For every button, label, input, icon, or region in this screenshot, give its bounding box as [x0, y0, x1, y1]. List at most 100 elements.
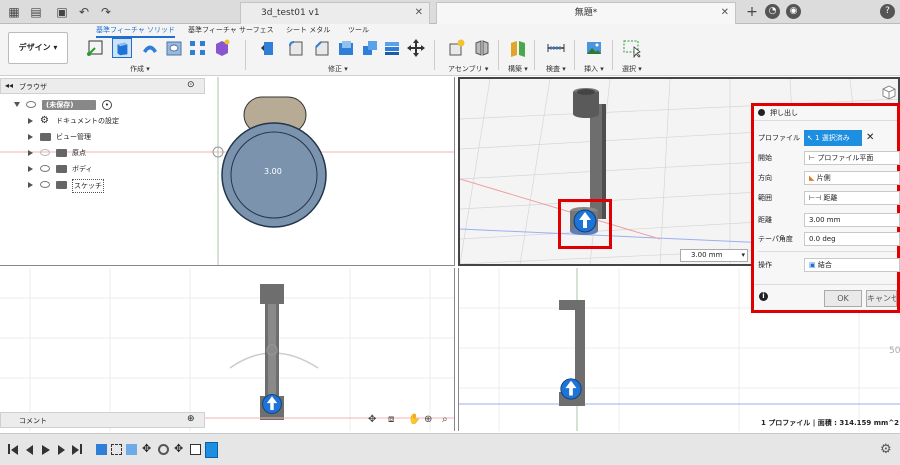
pan-icon[interactable]: ✋ [408, 414, 420, 425]
combine-icon[interactable] [360, 38, 380, 58]
shell-icon[interactable] [336, 38, 356, 58]
collapse-icon[interactable]: ◂◂ [5, 81, 13, 90]
browser-item-document-settings[interactable]: ⚙ ドキュメントの設定 [0, 113, 205, 129]
help-icon[interactable]: ? [880, 4, 895, 19]
play-icon[interactable] [42, 445, 50, 455]
press-pull-icon[interactable] [258, 38, 278, 58]
operation-select[interactable]: ▣ 結合 [804, 258, 900, 272]
group-inspect[interactable]: 検査 ▾ [546, 64, 566, 74]
create-sketch-icon[interactable] [86, 38, 106, 58]
direction-select[interactable]: ◣ 片側 [804, 171, 900, 185]
expand-icon[interactable] [28, 118, 33, 124]
browser-item-named-views[interactable]: ビュー管理 [0, 129, 205, 145]
new-component-icon[interactable] [446, 38, 466, 58]
add-comment-icon[interactable]: ⊕ [187, 414, 195, 424]
expand-icon[interactable] [28, 134, 33, 140]
workspace-switcher-button[interactable]: デザイン ▾ [8, 32, 68, 64]
expand-icon[interactable] [14, 102, 20, 107]
browser-item-sketches[interactable]: スケッチ [0, 177, 205, 193]
chevron-down-icon[interactable]: ▾ [741, 250, 745, 261]
tab-sheet-metal[interactable]: シート メタル [286, 25, 330, 35]
browser-root[interactable]: (未保存) • [0, 97, 205, 113]
select-icon[interactable] [622, 38, 642, 58]
extrude-arrow-icon[interactable] [572, 207, 598, 235]
zoom-icon[interactable]: ⊕ [424, 414, 432, 425]
timeline-settings-gear-icon[interactable]: ⚙ [880, 442, 892, 457]
visibility-eye-icon[interactable] [40, 149, 50, 156]
sketch-feature-icon[interactable] [111, 444, 122, 455]
undo-icon[interactable]: ↶ [76, 4, 92, 20]
document-tab-1[interactable]: 3d_test01 v1 ✕ [240, 2, 430, 24]
offset-plane-icon[interactable] [508, 38, 528, 58]
job-status-icon[interactable]: ◉ [786, 4, 801, 19]
group-assemble[interactable]: アセンブリ ▾ [448, 64, 488, 74]
visibility-eye-icon[interactable] [26, 101, 36, 108]
hole-icon[interactable] [164, 38, 184, 58]
profile-selection-button[interactable]: ↖ 1 選択済み [804, 130, 862, 146]
info-icon[interactable]: i [759, 292, 768, 301]
expand-icon[interactable] [28, 182, 33, 188]
visibility-eye-icon[interactable] [40, 165, 50, 172]
fit-icon[interactable]: ⌕ [442, 414, 448, 425]
group-modify[interactable]: 修正 ▾ [328, 64, 348, 74]
tab-surface[interactable]: 基準フィーチャ サーフェス [188, 25, 274, 35]
extrude-feature-icon[interactable] [96, 444, 107, 455]
visibility-eye-icon[interactable] [40, 181, 50, 188]
extrude-arrow-icon[interactable] [260, 392, 284, 416]
measure-icon[interactable] [546, 38, 566, 58]
insert-image-icon[interactable] [584, 38, 604, 58]
tab-solid[interactable]: 基準フィーチャ ソリッド [96, 25, 176, 38]
move-feature-icon[interactable]: ✥ [142, 442, 151, 455]
group-select[interactable]: 選択 ▾ [622, 64, 642, 74]
step-forward-icon[interactable] [58, 445, 65, 455]
redo-icon[interactable]: ↷ [98, 4, 114, 20]
group-insert[interactable]: 挿入 ▾ [584, 64, 604, 74]
browser-item-origin[interactable]: 原点 [0, 145, 205, 161]
go-to-end-icon[interactable] [72, 445, 79, 455]
joint-icon[interactable] [472, 38, 492, 58]
extent-select[interactable]: ⊢⊣ 距離 [804, 191, 900, 205]
rectangle-pattern-icon[interactable] [188, 38, 208, 58]
create-form-icon[interactable] [212, 38, 232, 58]
move-feature-icon[interactable]: ✥ [174, 442, 183, 455]
file-menu-icon[interactable]: ▤ [28, 4, 44, 20]
distance-field[interactable]: 3.00 mm [804, 213, 900, 227]
cancel-button[interactable]: キャンセル [866, 290, 897, 307]
start-select[interactable]: ⊢ プロファイル平面 [804, 151, 900, 165]
pin-icon[interactable]: ⊙ [187, 80, 195, 90]
group-construct[interactable]: 構築 ▾ [508, 64, 528, 74]
scale-icon[interactable] [382, 38, 402, 58]
comment-panel[interactable]: コメント ⊕ [0, 412, 205, 428]
component-feature-icon[interactable] [190, 444, 201, 455]
fillet-icon[interactable] [286, 38, 306, 58]
close-icon[interactable]: ✕ [415, 3, 423, 23]
step-back-icon[interactable] [26, 445, 33, 455]
move-icon[interactable] [406, 38, 426, 58]
revolve-icon[interactable] [140, 38, 160, 58]
collapse-dialog-icon[interactable] [758, 109, 765, 116]
orbit-icon[interactable]: ✥ [368, 414, 376, 425]
browser-item-bodies[interactable]: ボディ [0, 161, 205, 177]
document-tab-2[interactable]: 無題* ✕ [436, 2, 736, 24]
save-icon[interactable]: ▣ [54, 4, 70, 20]
group-create[interactable]: 作成 ▾ [130, 64, 150, 74]
new-tab-icon[interactable]: + [744, 4, 760, 20]
extrude-arrow-icon[interactable] [559, 376, 583, 402]
current-feature-icon[interactable] [205, 442, 218, 458]
viewport-bottom-left[interactable] [0, 268, 455, 431]
expand-icon[interactable] [28, 150, 33, 156]
taper-field[interactable]: 0.0 deg [804, 232, 900, 246]
ok-button[interactable]: OK [824, 290, 862, 307]
go-to-start-icon[interactable] [11, 445, 18, 455]
look-at-icon[interactable]: ⧈ [388, 414, 394, 425]
tab-tools[interactable]: ツール [348, 25, 369, 35]
revolve-feature-icon[interactable] [126, 444, 137, 455]
clear-selection-icon[interactable]: ✕ [866, 130, 874, 146]
close-icon[interactable]: ✕ [721, 3, 729, 23]
chamfer-icon[interactable] [312, 38, 332, 58]
viewcube-icon[interactable] [880, 83, 898, 101]
apps-grid-icon[interactable]: ▦ [6, 4, 22, 20]
expand-icon[interactable] [28, 166, 33, 172]
distance-input[interactable]: 3.00 mm ▾ [680, 249, 748, 262]
extrude-icon[interactable] [112, 38, 132, 58]
